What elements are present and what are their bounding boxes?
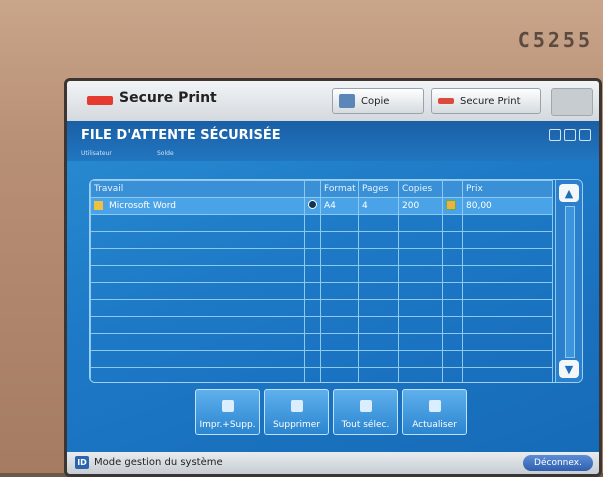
app-title: Secure Print <box>119 90 217 106</box>
col-pages[interactable]: Pages <box>358 180 399 198</box>
info-icon <box>549 129 561 141</box>
table-header-row: Travail Format Pages Copies Prix <box>90 180 553 198</box>
delete-label: Supprimer <box>272 420 321 430</box>
table-row[interactable] <box>90 265 553 283</box>
print-delete-label: Impr.+Supp. <box>199 420 256 430</box>
action-bar: Impr.+Supp. Supprimer Tout sélec. Actual… <box>195 389 467 435</box>
cell-copies: 200 <box>398 197 443 215</box>
job-name: Microsoft Word <box>109 201 176 211</box>
refresh-button[interactable]: Actualiser <box>402 389 467 435</box>
table-row[interactable] <box>90 214 553 232</box>
table-row[interactable] <box>90 316 553 334</box>
select-all-button[interactable]: Tout sélec. <box>333 389 398 435</box>
document-icon <box>94 201 103 210</box>
tab-copy[interactable]: Copie <box>332 88 424 114</box>
scroll-down-button[interactable]: ▼ <box>559 360 579 378</box>
top-bar: Secure Print Copie Secure Print <box>67 81 599 122</box>
logout-button[interactable]: Déconnex. <box>523 455 593 471</box>
scroll-track[interactable] <box>565 206 575 358</box>
secure-print-icon <box>438 98 454 104</box>
printer-bezel: C5255 Secure Print Copie Secure Print FI… <box>0 0 603 477</box>
system-mode-text: Mode gestion du système <box>94 457 223 468</box>
title-band: FILE D'ATTENTE SÉCURISÉE Utilisateur Sol… <box>67 121 599 161</box>
touch-screen: Secure Print Copie Secure Print FILE D'A… <box>64 78 602 477</box>
col-cost-icon <box>442 180 463 198</box>
page-title: FILE D'ATTENTE SÉCURISÉE <box>81 128 281 143</box>
col-status <box>304 180 321 198</box>
scrollbar[interactable]: ▲ ▼ <box>555 180 582 382</box>
cell-cost-icon <box>442 197 463 215</box>
device-model: C5255 <box>517 28 593 52</box>
job-table: Travail Format Pages Copies Prix Microso… <box>89 179 583 383</box>
color-status-icon <box>308 200 317 209</box>
cell-pages: 4 <box>358 197 399 215</box>
tab-secure-print[interactable]: Secure Print <box>431 88 541 114</box>
table-row[interactable] <box>90 231 553 249</box>
table-row[interactable] <box>90 367 553 382</box>
select-all-label: Tout sélec. <box>341 420 390 430</box>
arrow-up-icon: ▲ <box>564 186 574 200</box>
menu-button[interactable] <box>551 88 593 116</box>
user-label: Utilisateur <box>81 150 112 157</box>
tab-copy-label: Copie <box>361 95 390 107</box>
col-copies[interactable]: Copies <box>398 180 443 198</box>
status-bar: ID Mode gestion du système Déconnex. <box>67 452 599 474</box>
table-row[interactable] <box>90 350 553 368</box>
table-row[interactable] <box>90 299 553 317</box>
table-row[interactable] <box>90 248 553 266</box>
cell-format: A4 <box>320 197 359 215</box>
tab-secure-print-label: Secure Print <box>460 95 521 107</box>
table-row[interactable] <box>90 333 553 351</box>
table-row[interactable] <box>90 282 553 300</box>
band-icons <box>549 129 591 141</box>
trash-icon <box>290 400 303 412</box>
balance-label: Solde <box>157 150 174 157</box>
arrow-down-icon: ▼ <box>564 362 574 376</box>
refresh-label: Actualiser <box>412 420 457 430</box>
printer-icon <box>221 400 234 412</box>
table-row[interactable]: Microsoft Word A4 4 200 80,00 <box>90 197 553 215</box>
col-format[interactable]: Format <box>320 180 359 198</box>
vendor-logo-icon <box>87 96 113 105</box>
cost-icon <box>446 199 456 210</box>
col-prix[interactable]: Prix <box>462 180 553 198</box>
cell-prix: 80,00 <box>462 197 553 215</box>
delete-button[interactable]: Supprimer <box>264 389 329 435</box>
col-travail[interactable]: Travail <box>90 180 305 198</box>
settings-icon <box>579 129 591 141</box>
refresh-icon <box>428 400 441 412</box>
id-badge: ID <box>75 456 89 469</box>
select-all-icon <box>359 400 372 412</box>
copy-icon <box>339 94 355 108</box>
print-delete-button[interactable]: Impr.+Supp. <box>195 389 260 435</box>
cell-status <box>304 197 321 215</box>
scroll-up-button[interactable]: ▲ <box>559 184 579 202</box>
cell-travail: Microsoft Word <box>90 197 305 215</box>
help-icon <box>564 129 576 141</box>
